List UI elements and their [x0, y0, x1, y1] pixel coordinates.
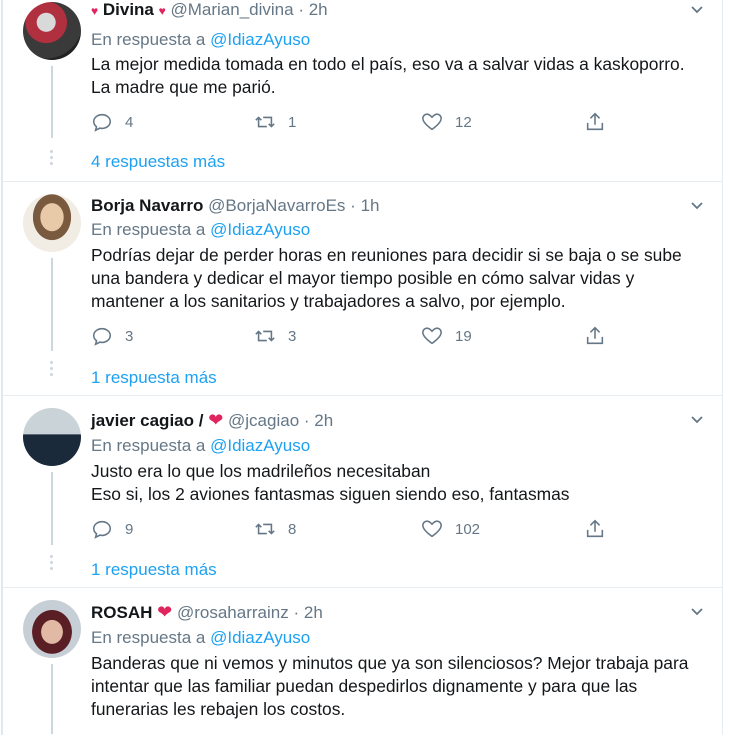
thread-line [51, 258, 53, 351]
author-handle[interactable]: @BorjaNavarroEs [208, 196, 345, 215]
retweet-button[interactable]: 1 [254, 111, 296, 133]
reply-icon [92, 327, 112, 346]
like-count: 12 [455, 113, 472, 131]
tweet-actions: 3 3 19 [91, 325, 631, 349]
retweet-count: 3 [288, 327, 297, 345]
tweet-time[interactable]: 2h [314, 411, 333, 430]
tweet-time[interactable]: 2h [304, 603, 323, 622]
tweet-time[interactable]: 2h [309, 0, 328, 19]
thread-dots [50, 555, 54, 573]
retweet-button[interactable]: 8 [254, 518, 296, 540]
share-button[interactable] [584, 111, 618, 133]
like-count: 19 [455, 327, 472, 345]
reply-button[interactable]: 4 [91, 111, 133, 133]
tweet-borja-navarro[interactable]: Borja Navarro @BorjaNavarroEs · 1h En re… [3, 181, 722, 396]
retweet-count: 8 [288, 520, 297, 538]
retweet-icon [255, 523, 275, 535]
like-icon [422, 113, 442, 131]
tweet-text: La mejor medida tomada en todo el país, … [91, 54, 685, 97]
author-name[interactable]: Divina [103, 0, 154, 19]
chevron-down-icon[interactable] [690, 198, 704, 212]
share-icon [586, 112, 604, 131]
share-button[interactable] [584, 325, 618, 347]
thread-dots [50, 361, 54, 379]
avatar[interactable] [23, 194, 81, 252]
author-name[interactable]: ROSAH [91, 603, 152, 622]
retweet-icon [255, 116, 275, 128]
heart-emoji-icon: ❤ [208, 410, 224, 430]
share-icon [586, 326, 604, 345]
author-name[interactable]: javier cagiao / [91, 411, 203, 430]
heart-emoji-icon: ♥ [158, 4, 166, 18]
thread-line [51, 664, 53, 734]
like-button[interactable]: 102 [421, 518, 480, 540]
chevron-down-icon[interactable] [690, 412, 704, 426]
reply-context: En respuesta a @IdiazAyuso [91, 220, 311, 239]
tweet-header: ♥ Divina ♥ @Marian_divina · 2h [91, 0, 328, 19]
reply-count: 4 [125, 113, 134, 131]
heart-emoji-icon: ❤ [157, 602, 173, 622]
like-count: 102 [455, 520, 481, 538]
retweet-button[interactable]: 3 [254, 325, 296, 347]
show-more-replies[interactable]: 1 respuesta más [91, 560, 217, 580]
avatar[interactable] [23, 408, 81, 466]
tweet-header: ROSAH ❤ @rosaharrainz · 2h [91, 602, 323, 622]
tweet-text: Podrías dejar de perder horas en reunion… [91, 245, 682, 311]
like-button[interactable]: 19 [421, 325, 472, 347]
reply-context: En respuesta a @IdiazAyuso [91, 30, 311, 49]
tweet-divina[interactable]: ♥ Divina ♥ @Marian_divina · 2h En respue… [3, 0, 722, 182]
tweet-text: Banderas que ni vemos y minutos que ya s… [91, 653, 689, 719]
tweet-time[interactable]: 1h [361, 196, 380, 215]
avatar[interactable] [23, 600, 81, 658]
reply-icon [92, 113, 112, 132]
reply-to-link[interactable]: @IdiazAyuso [210, 220, 310, 239]
reply-button[interactable]: 9 [91, 518, 133, 540]
show-more-replies[interactable]: 4 respuestas más [91, 152, 225, 172]
tweet-header: javier cagiao / ❤ @jcagiao · 2h [91, 410, 334, 430]
reply-to-link[interactable]: @IdiazAyuso [210, 628, 310, 647]
show-more-replies[interactable]: 1 respuesta más [91, 368, 217, 388]
reply-count: 9 [125, 520, 134, 538]
share-button[interactable] [584, 518, 618, 540]
reply-to-link[interactable]: @IdiazAyuso [210, 436, 310, 455]
share-icon [586, 519, 604, 538]
reply-count: 3 [125, 327, 134, 345]
heart-emoji-icon: ♥ [91, 4, 99, 18]
thread-dots [50, 150, 54, 168]
like-button[interactable]: 12 [421, 111, 472, 133]
author-handle[interactable]: @Marian_divina [170, 0, 293, 19]
tweet-rosah[interactable]: ROSAH ❤ @rosaharrainz · 2h En respuesta … [3, 588, 722, 748]
retweet-count: 1 [288, 113, 297, 131]
reply-context: En respuesta a @IdiazAyuso [91, 436, 311, 455]
reply-button[interactable]: 3 [91, 325, 133, 347]
reply-context: En respuesta a @IdiazAyuso [91, 628, 311, 647]
author-handle[interactable]: @rosaharrainz [177, 603, 289, 622]
thread-line [51, 472, 53, 545]
frame-border-right [722, 0, 723, 735]
tweet-javier-cagiao[interactable]: javier cagiao / ❤ @jcagiao · 2h En respu… [3, 396, 722, 588]
like-icon [422, 327, 442, 345]
tweet-header: Borja Navarro @BorjaNavarroEs · 1h [91, 196, 380, 215]
reply-icon [92, 520, 112, 539]
tweet-actions: 9 8 102 [91, 518, 631, 542]
tweet-actions: 4 1 12 [91, 111, 631, 135]
thread-line [51, 66, 53, 138]
author-handle[interactable]: @jcagiao [228, 411, 299, 430]
chevron-down-icon[interactable] [690, 2, 704, 16]
reply-to-link[interactable]: @IdiazAyuso [210, 30, 310, 49]
tweet-text: Justo era lo que los madrileños necesita… [91, 461, 570, 504]
avatar[interactable] [23, 2, 81, 60]
chevron-down-icon[interactable] [690, 604, 704, 618]
retweet-icon [255, 330, 275, 342]
like-icon [422, 520, 442, 538]
author-name[interactable]: Borja Navarro [91, 196, 203, 215]
